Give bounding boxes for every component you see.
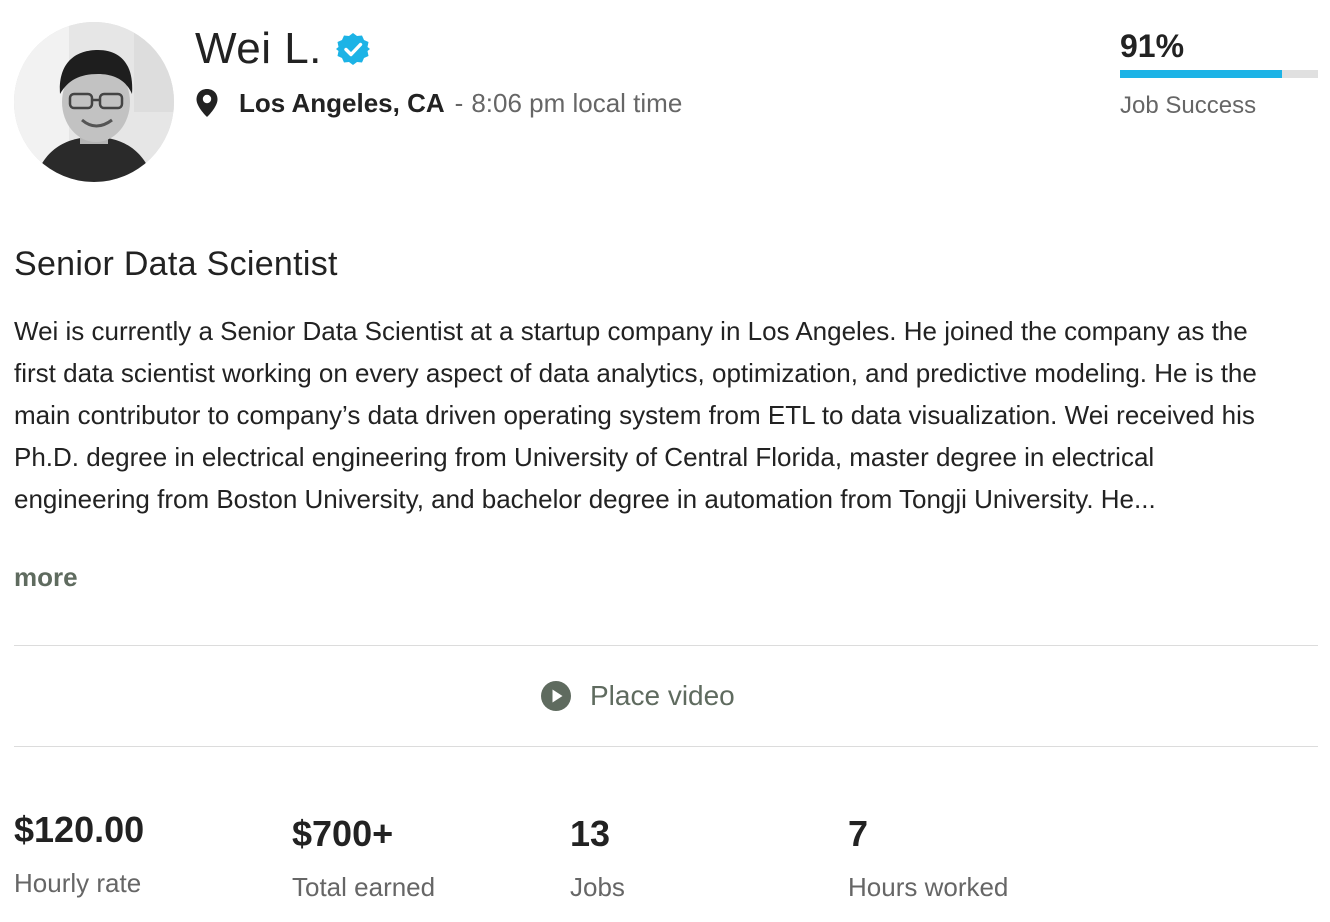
location-city: Los Angeles, CA <box>239 87 445 118</box>
stat-label: Hours worked <box>848 872 1009 902</box>
profile-overview: Wei is currently a Senior Data Scientist… <box>14 316 1257 514</box>
stat-hourly-rate: $120.00 Hourly rate <box>14 809 144 899</box>
stat-value: $700+ <box>292 813 394 854</box>
divider <box>14 645 1318 646</box>
more-link[interactable]: more <box>14 562 78 593</box>
stat-value: 7 <box>848 813 869 854</box>
profile-name: Wei L. <box>195 24 322 73</box>
job-success-label: Job Success <box>1120 92 1257 119</box>
avatar-photo <box>14 22 174 182</box>
local-time: 8:06 pm local time <box>471 87 683 118</box>
stat-value: 13 <box>570 813 611 854</box>
play-icon <box>541 681 571 711</box>
location-pin-icon <box>195 88 219 118</box>
job-success-bar <box>1120 70 1318 78</box>
stat-total-earned: $700+ Total earned <box>292 812 435 903</box>
divider <box>14 746 1318 747</box>
avatar <box>14 22 174 182</box>
verified-badge-icon <box>335 32 370 66</box>
stat-value: $120.00 <box>14 809 145 850</box>
stat-label: Total earned <box>292 872 436 902</box>
profile-header: Wei L. <box>195 24 370 74</box>
place-video-label: Place video <box>590 680 735 711</box>
stat-label: Hourly rate <box>14 868 142 898</box>
stat-jobs: 13 Jobs <box>570 812 625 903</box>
location-separator: - <box>454 87 464 118</box>
job-success-score: 91% Job Success <box>1120 28 1318 120</box>
stat-hours-worked: 7 Hours worked <box>848 812 1008 903</box>
job-success-bar-fill <box>1120 70 1283 78</box>
location-row: Los Angeles, CA - 8:06 pm local time <box>195 86 682 120</box>
profile-title: Senior Data Scientist <box>14 245 338 283</box>
stat-label: Jobs <box>570 872 625 902</box>
place-video-button[interactable]: Place video <box>540 676 735 716</box>
job-success-value: 91% <box>1120 28 1185 64</box>
